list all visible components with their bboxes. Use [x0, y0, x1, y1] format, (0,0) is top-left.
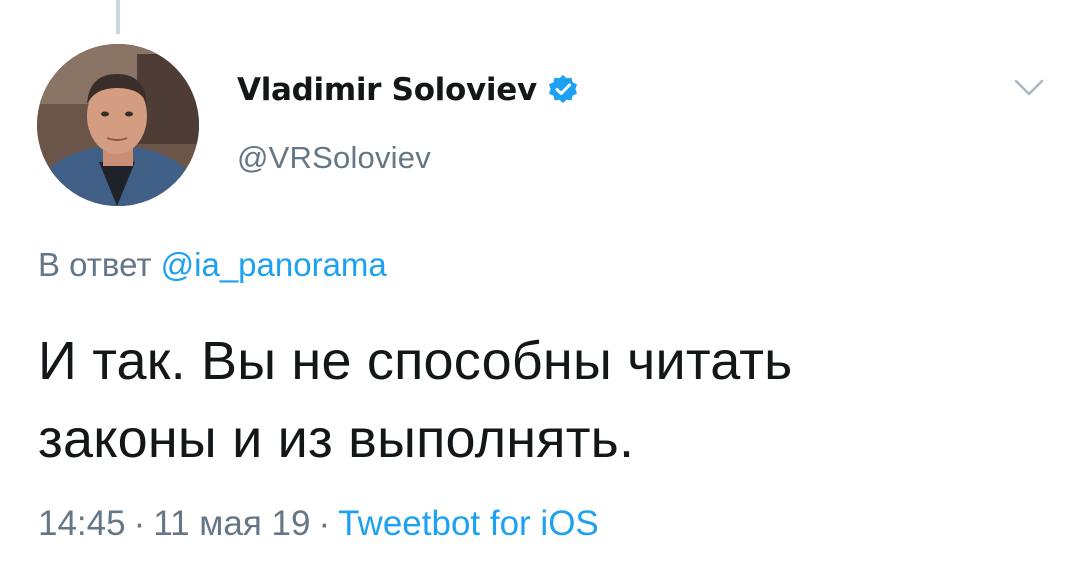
avatar-photo [37, 44, 199, 206]
author-handle[interactable]: @VRSoloviev [237, 140, 431, 176]
author-name-row[interactable]: Vladimir Soloviev [237, 66, 579, 114]
tweet-text: И так. Вы не способны читать законы и из… [38, 322, 1048, 478]
reply-prefix: В ответ [38, 246, 152, 283]
tweet-meta: 14:45 · 11 мая 19 · Tweetbot for iOS [38, 504, 599, 544]
tweet-date[interactable]: 11 мая 19 [153, 504, 310, 543]
author-display-name[interactable]: Vladimir Soloviev [237, 72, 537, 108]
chevron-down-icon[interactable] [1014, 78, 1044, 98]
tweet-source-link[interactable]: Tweetbot for iOS [338, 504, 599, 543]
tweet-text-line: И так. Вы не способны читать [38, 331, 793, 391]
thread-connector-line [116, 0, 120, 34]
tweet-time[interactable]: 14:45 [38, 504, 126, 543]
reply-context: В ответ @ia_panorama [38, 246, 387, 284]
meta-separator: · [133, 504, 146, 543]
tweet-text-line: законы и из выполнять. [38, 409, 635, 469]
reply-mention-link[interactable]: @ia_panorama [161, 246, 387, 283]
avatar[interactable] [37, 44, 199, 206]
meta-separator: · [318, 504, 331, 543]
verified-badge-icon [547, 74, 579, 106]
